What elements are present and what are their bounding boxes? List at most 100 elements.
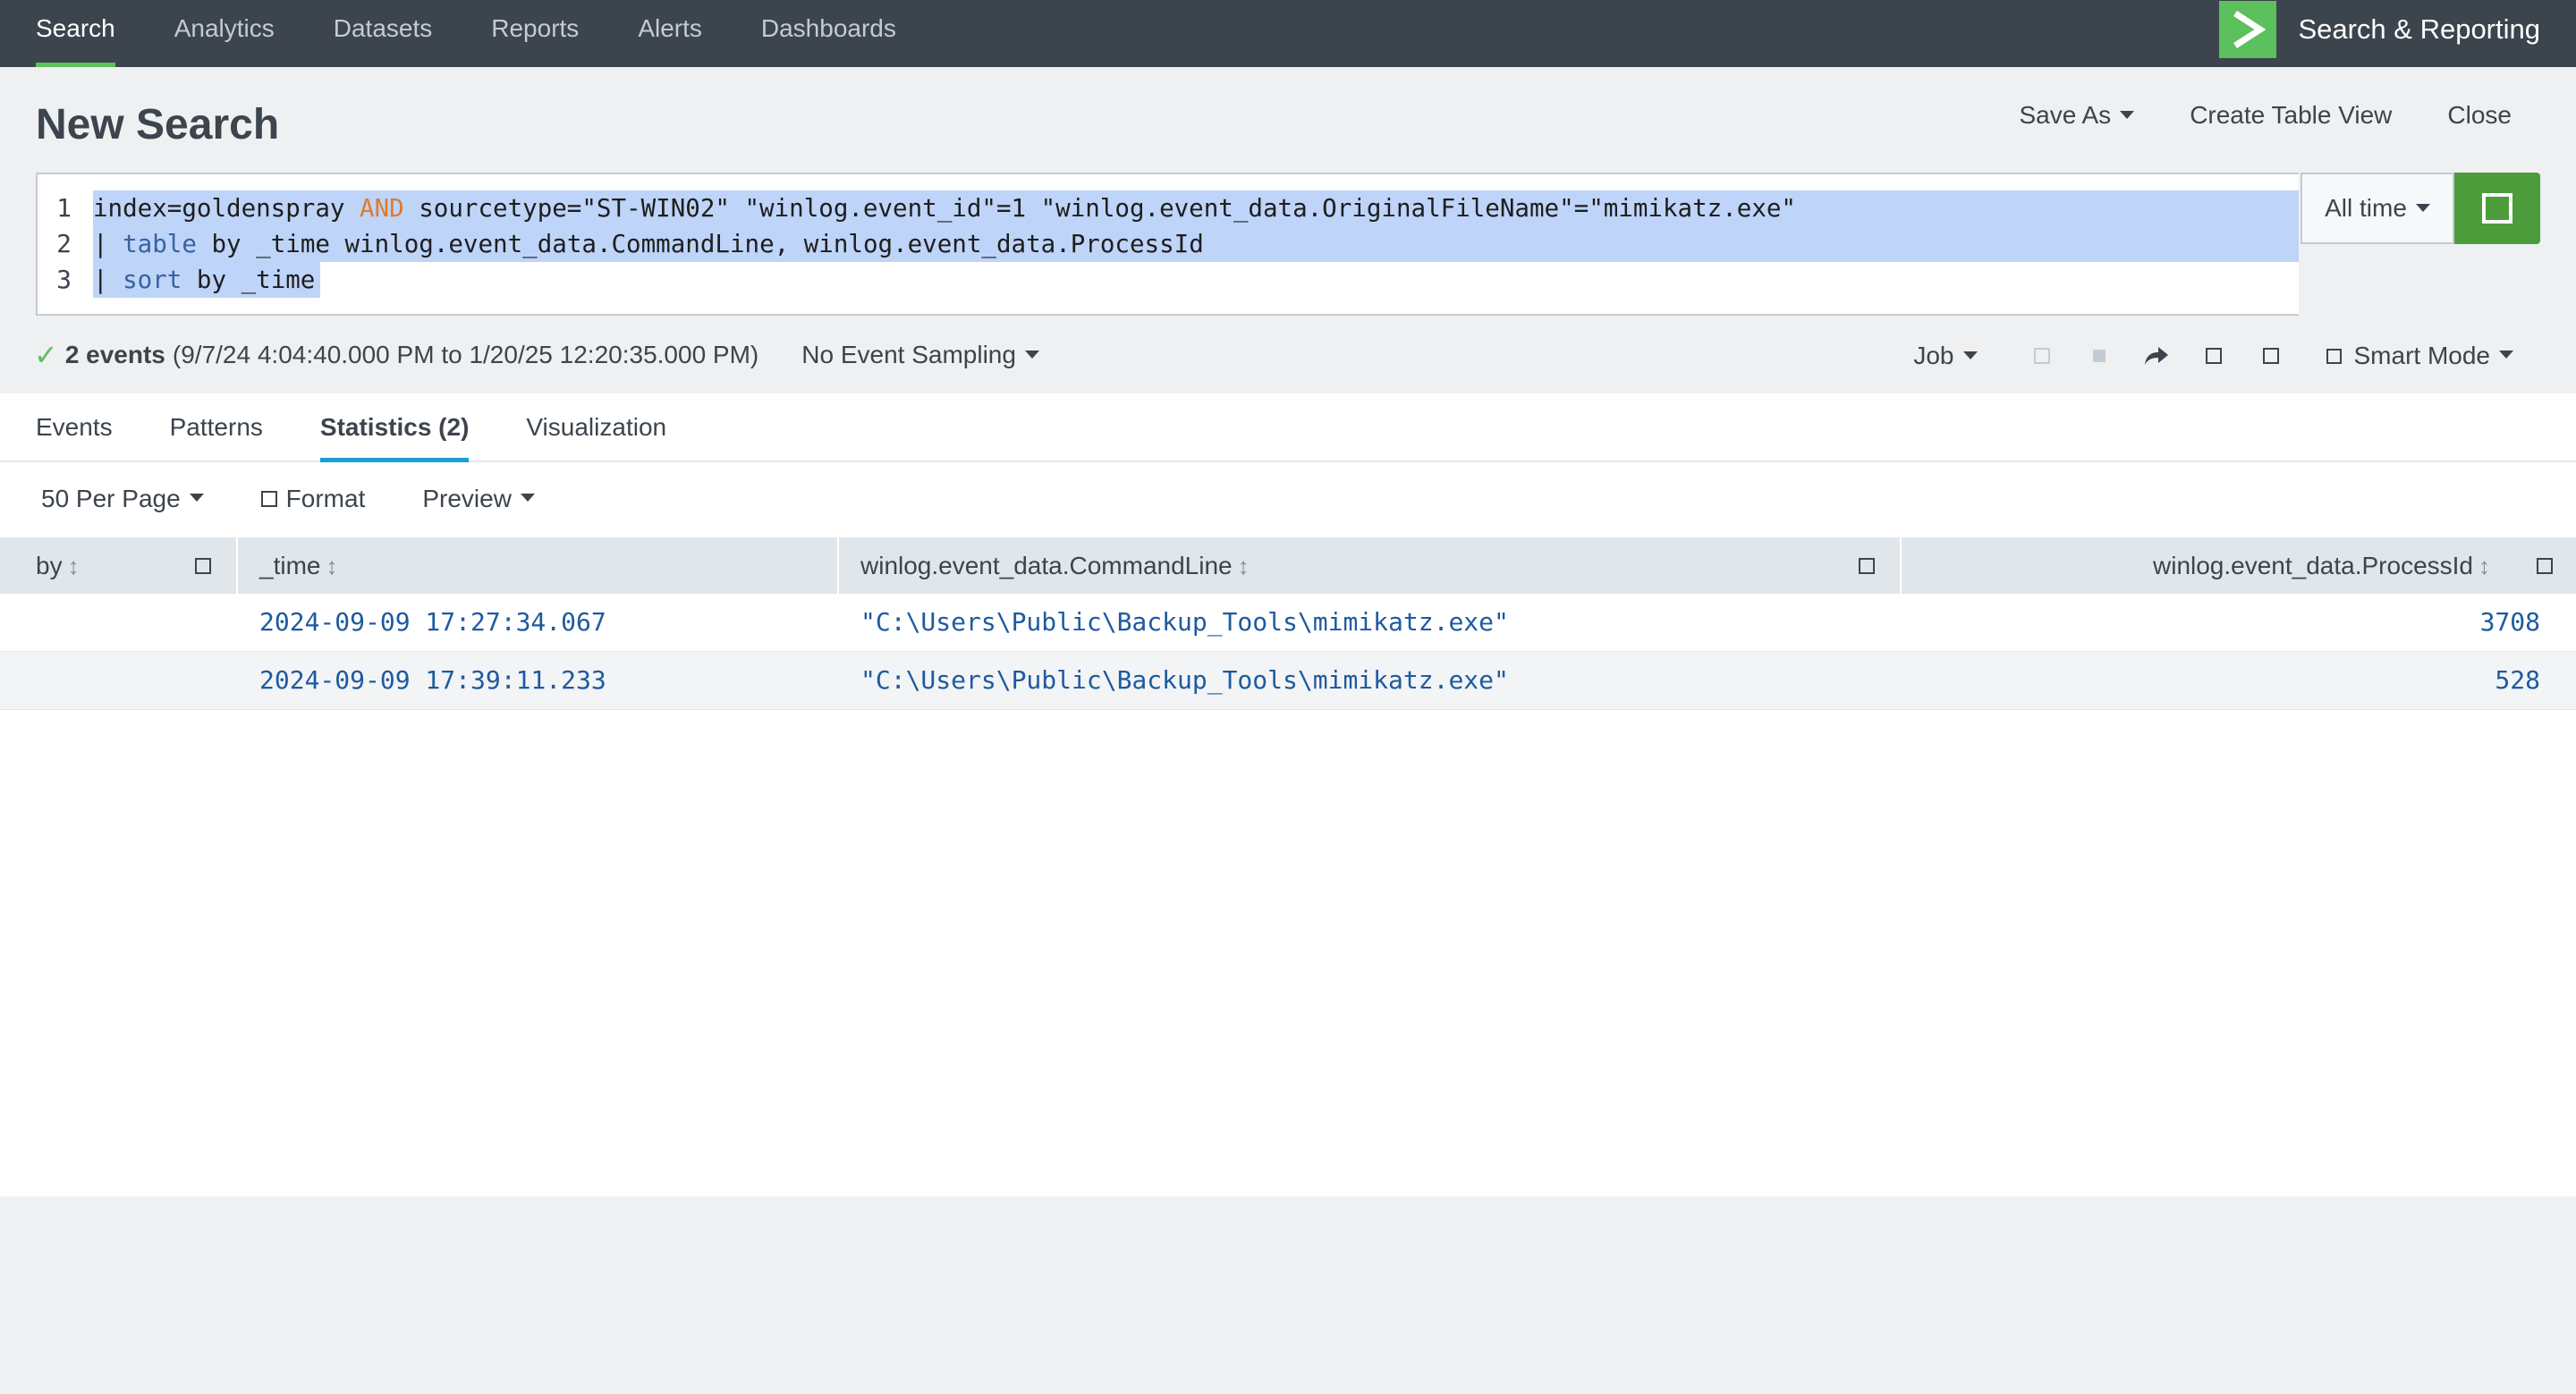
results-panel: Events Patterns Statistics (2) Visualiza… bbox=[0, 393, 2576, 1196]
column-header-by[interactable]: by ↕ bbox=[0, 537, 238, 594]
close-button[interactable]: Close bbox=[2447, 101, 2512, 130]
share-button[interactable] bbox=[2128, 338, 2185, 374]
chevron-down-icon bbox=[189, 493, 204, 502]
nav-datasets[interactable]: Datasets bbox=[304, 0, 462, 67]
tab-visualization[interactable]: Visualization bbox=[526, 393, 666, 460]
nav-search[interactable]: Search bbox=[0, 0, 145, 67]
title-actions: Save As Create Table View Close bbox=[1963, 101, 2512, 130]
time-range-summary: (9/7/24 4:04:40.000 PM to 1/20/25 12:20:… bbox=[172, 341, 759, 368]
print-button[interactable] bbox=[2242, 338, 2300, 374]
create-table-view-button[interactable]: Create Table View bbox=[2190, 101, 2392, 130]
cell-time[interactable]: 2024-09-09 17:39:11.233 bbox=[238, 652, 839, 709]
sort-icon[interactable]: ↕ bbox=[326, 553, 337, 579]
column-label: winlog.event_data.ProcessId bbox=[2153, 552, 2473, 579]
chevron-down-icon bbox=[520, 493, 535, 502]
search-mode-label: Smart Mode bbox=[2353, 342, 2491, 369]
cell-time[interactable]: 2024-09-09 17:27:34.067 bbox=[238, 594, 839, 651]
chevron-down-icon bbox=[1962, 351, 1978, 360]
stop-icon bbox=[2092, 350, 2106, 362]
event-sampling-dropdown[interactable]: No Event Sampling bbox=[801, 341, 1039, 369]
search-status: ✓ 2 events (9/7/24 4:04:40.000 PM to 1/2… bbox=[34, 338, 1039, 372]
app-logo-icon bbox=[2219, 1, 2277, 58]
share-icon bbox=[2144, 347, 2168, 365]
line-number: 2 bbox=[56, 229, 72, 258]
column-format-icon[interactable] bbox=[195, 558, 211, 574]
search-query-editor[interactable]: 1 2 3 index=goldenspray AND sourcetype="… bbox=[36, 173, 2299, 316]
job-menu[interactable]: Job bbox=[1913, 342, 1978, 370]
stop-button[interactable] bbox=[2071, 338, 2128, 374]
app-nav: Search Analytics Datasets Reports Alerts… bbox=[0, 0, 926, 67]
column-label: winlog.event_data.CommandLine bbox=[860, 552, 1233, 579]
line-numbers: 1 2 3 bbox=[38, 190, 72, 298]
app-brand[interactable]: Search & Reporting bbox=[2219, 0, 2540, 59]
pause-button[interactable] bbox=[2013, 338, 2071, 374]
column-header-commandline[interactable]: winlog.event_data.CommandLine ↕ bbox=[839, 537, 1902, 594]
tab-patterns[interactable]: Patterns bbox=[170, 393, 263, 460]
time-range-label: All time bbox=[2325, 194, 2407, 222]
page-title: New Search bbox=[36, 101, 280, 148]
query-line-2: | table by _time winlog.event_data.Comma… bbox=[93, 226, 1204, 262]
chevron-down-icon bbox=[2415, 204, 2430, 213]
check-icon: ✓ bbox=[34, 339, 58, 371]
query-pipe: | bbox=[93, 266, 123, 294]
format-label: Format bbox=[285, 485, 366, 512]
cell-processid[interactable]: 528 bbox=[1902, 652, 2576, 709]
column-label: _time bbox=[259, 552, 321, 579]
time-range-picker[interactable]: All time bbox=[2301, 173, 2454, 244]
query-pipe: | bbox=[93, 230, 123, 258]
sort-icon[interactable]: ↕ bbox=[68, 553, 80, 579]
per-page-dropdown[interactable]: 50 Per Page bbox=[41, 485, 204, 513]
query-line-3: | sort by _time bbox=[93, 262, 315, 298]
tab-statistics[interactable]: Statistics (2) bbox=[319, 393, 469, 462]
table-toolbar: 50 Per Page Format Preview bbox=[41, 485, 592, 513]
nav-alerts[interactable]: Alerts bbox=[608, 0, 732, 67]
table-row: 2024-09-09 17:39:11.233 "C:\Users\Public… bbox=[0, 652, 2576, 710]
column-format-icon[interactable] bbox=[1859, 558, 1875, 574]
line-number: 3 bbox=[56, 265, 72, 294]
statistics-table: by ↕ _time ↕ winlog.event_data.CommandLine… bbox=[0, 537, 2576, 710]
query-line-1: index=goldenspray AND sourcetype="ST-WIN… bbox=[93, 190, 1796, 226]
column-label: by bbox=[36, 552, 63, 579]
nav-analytics[interactable]: Analytics bbox=[145, 0, 304, 67]
cell-commandline[interactable]: "C:\Users\Public\Backup_Tools\mimikatz.e… bbox=[839, 594, 1902, 651]
sort-icon[interactable]: ↕ bbox=[1238, 553, 1250, 579]
query-text: sourcetype="ST-WIN02" "winlog.event_id"=… bbox=[403, 194, 1796, 223]
column-format-icon[interactable] bbox=[2537, 558, 2553, 574]
search-mode-dropdown[interactable]: Smart Mode bbox=[2326, 342, 2513, 370]
cell-commandline[interactable]: "C:\Users\Public\Backup_Tools\mimikatz.e… bbox=[839, 652, 1902, 709]
preview-label: Preview bbox=[422, 485, 512, 512]
chevron-down-icon bbox=[1024, 351, 1039, 359]
job-label: Job bbox=[1913, 342, 1954, 369]
search-submit-button[interactable] bbox=[2454, 173, 2540, 244]
app-name: Search & Reporting bbox=[2298, 13, 2540, 45]
tab-events[interactable]: Events bbox=[36, 393, 113, 460]
table-header: by ↕ _time ↕ winlog.event_data.CommandLine… bbox=[0, 537, 2576, 594]
format-icon bbox=[260, 491, 277, 507]
chevron-down-icon bbox=[2499, 350, 2513, 359]
save-as-button[interactable]: Save As bbox=[2019, 101, 2135, 130]
cell-processid[interactable]: 3708 bbox=[1902, 594, 2576, 651]
search-icon bbox=[2482, 193, 2512, 224]
query-text: by _time winlog.event_data.CommandLine, … bbox=[196, 230, 1204, 258]
nav-dashboards[interactable]: Dashboards bbox=[732, 0, 926, 67]
column-header-time[interactable]: _time ↕ bbox=[238, 537, 839, 594]
mode-icon bbox=[2326, 348, 2342, 364]
results-tabs: Events Patterns Statistics (2) Visualiza… bbox=[0, 393, 2576, 462]
chevron-down-icon bbox=[2120, 111, 2135, 120]
export-button[interactable] bbox=[2185, 338, 2242, 374]
nav-reports[interactable]: Reports bbox=[462, 0, 608, 67]
query-keyword: AND bbox=[360, 194, 404, 223]
sort-icon[interactable]: ↕ bbox=[2479, 553, 2490, 579]
query-text: index=goldenspray bbox=[93, 194, 360, 223]
save-as-label: Save As bbox=[2019, 101, 2112, 129]
cell-by bbox=[0, 652, 238, 709]
pause-icon bbox=[2033, 348, 2050, 364]
query-command: table bbox=[123, 230, 197, 258]
query-text: by _time bbox=[182, 266, 316, 294]
query-command: sort bbox=[123, 266, 182, 294]
preview-dropdown[interactable]: Preview bbox=[422, 485, 535, 513]
column-header-processid[interactable]: winlog.event_data.ProcessId ↕ bbox=[1902, 537, 2576, 594]
app-bar: Search Analytics Datasets Reports Alerts… bbox=[0, 0, 2576, 67]
event-count: 2 events bbox=[64, 341, 165, 368]
format-button[interactable]: Format bbox=[260, 485, 366, 513]
